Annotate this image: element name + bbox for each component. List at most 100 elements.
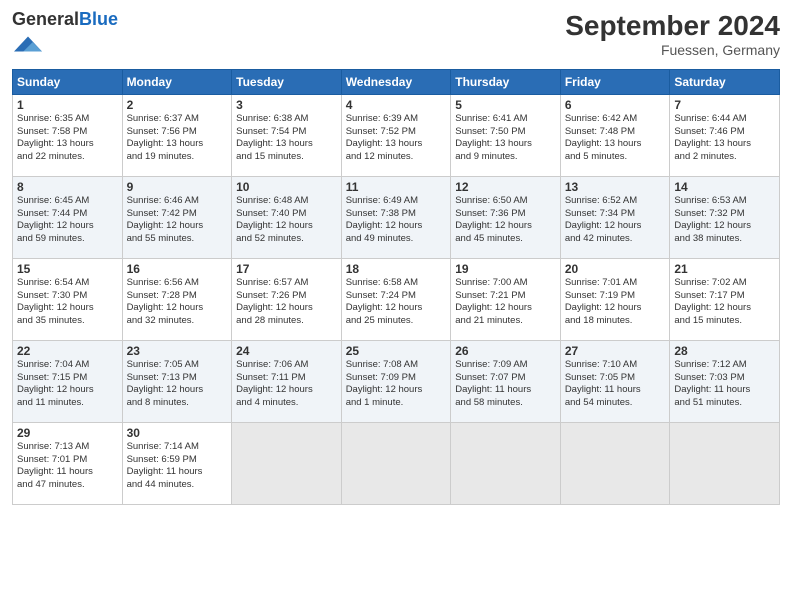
calendar-cell bbox=[232, 422, 342, 504]
day-info: Sunrise: 6:39 AM Sunset: 7:52 PM Dayligh… bbox=[346, 113, 447, 164]
calendar-cell: 10Sunrise: 6:48 AM Sunset: 7:40 PM Dayli… bbox=[232, 176, 342, 258]
logo-blue: Blue bbox=[79, 9, 118, 29]
day-number: 28 bbox=[674, 344, 775, 358]
calendar-cell: 25Sunrise: 7:08 AM Sunset: 7:09 PM Dayli… bbox=[341, 340, 451, 422]
column-header-tuesday: Tuesday bbox=[232, 69, 342, 94]
calendar-cell: 30Sunrise: 7:14 AM Sunset: 6:59 PM Dayli… bbox=[122, 422, 232, 504]
logo-icon bbox=[14, 30, 42, 58]
subtitle: Fuessen, Germany bbox=[565, 42, 780, 58]
calendar-cell bbox=[451, 422, 561, 504]
logo: GeneralBlue bbox=[12, 10, 118, 63]
calendar-cell: 17Sunrise: 6:57 AM Sunset: 7:26 PM Dayli… bbox=[232, 258, 342, 340]
day-info: Sunrise: 6:46 AM Sunset: 7:42 PM Dayligh… bbox=[127, 195, 228, 246]
day-number: 1 bbox=[17, 98, 118, 112]
week-row-3: 22Sunrise: 7:04 AM Sunset: 7:15 PM Dayli… bbox=[13, 340, 780, 422]
day-info: Sunrise: 6:38 AM Sunset: 7:54 PM Dayligh… bbox=[236, 113, 337, 164]
calendar-cell: 3Sunrise: 6:38 AM Sunset: 7:54 PM Daylig… bbox=[232, 94, 342, 176]
day-number: 25 bbox=[346, 344, 447, 358]
day-info: Sunrise: 6:57 AM Sunset: 7:26 PM Dayligh… bbox=[236, 277, 337, 328]
day-info: Sunrise: 6:53 AM Sunset: 7:32 PM Dayligh… bbox=[674, 195, 775, 246]
day-info: Sunrise: 6:49 AM Sunset: 7:38 PM Dayligh… bbox=[346, 195, 447, 246]
day-info: Sunrise: 7:05 AM Sunset: 7:13 PM Dayligh… bbox=[127, 359, 228, 410]
day-info: Sunrise: 6:54 AM Sunset: 7:30 PM Dayligh… bbox=[17, 277, 118, 328]
calendar-table: SundayMondayTuesdayWednesdayThursdayFrid… bbox=[12, 69, 780, 505]
calendar-cell: 22Sunrise: 7:04 AM Sunset: 7:15 PM Dayli… bbox=[13, 340, 123, 422]
calendar-cell: 19Sunrise: 7:00 AM Sunset: 7:21 PM Dayli… bbox=[451, 258, 561, 340]
day-number: 9 bbox=[127, 180, 228, 194]
day-info: Sunrise: 6:41 AM Sunset: 7:50 PM Dayligh… bbox=[455, 113, 556, 164]
day-number: 18 bbox=[346, 262, 447, 276]
day-number: 8 bbox=[17, 180, 118, 194]
day-number: 22 bbox=[17, 344, 118, 358]
day-number: 3 bbox=[236, 98, 337, 112]
day-info: Sunrise: 7:06 AM Sunset: 7:11 PM Dayligh… bbox=[236, 359, 337, 410]
day-info: Sunrise: 7:00 AM Sunset: 7:21 PM Dayligh… bbox=[455, 277, 556, 328]
calendar-cell: 2Sunrise: 6:37 AM Sunset: 7:56 PM Daylig… bbox=[122, 94, 232, 176]
day-info: Sunrise: 7:08 AM Sunset: 7:09 PM Dayligh… bbox=[346, 359, 447, 410]
column-header-saturday: Saturday bbox=[670, 69, 780, 94]
day-info: Sunrise: 7:10 AM Sunset: 7:05 PM Dayligh… bbox=[565, 359, 666, 410]
day-number: 12 bbox=[455, 180, 556, 194]
calendar-cell: 1Sunrise: 6:35 AM Sunset: 7:58 PM Daylig… bbox=[13, 94, 123, 176]
title-block: September 2024 Fuessen, Germany bbox=[565, 10, 780, 58]
calendar-cell: 8Sunrise: 6:45 AM Sunset: 7:44 PM Daylig… bbox=[13, 176, 123, 258]
day-number: 17 bbox=[236, 262, 337, 276]
day-info: Sunrise: 6:48 AM Sunset: 7:40 PM Dayligh… bbox=[236, 195, 337, 246]
day-info: Sunrise: 6:45 AM Sunset: 7:44 PM Dayligh… bbox=[17, 195, 118, 246]
day-number: 5 bbox=[455, 98, 556, 112]
calendar-cell bbox=[670, 422, 780, 504]
column-header-thursday: Thursday bbox=[451, 69, 561, 94]
calendar-header-row: SundayMondayTuesdayWednesdayThursdayFrid… bbox=[13, 69, 780, 94]
logo-general: General bbox=[12, 9, 79, 29]
day-info: Sunrise: 6:35 AM Sunset: 7:58 PM Dayligh… bbox=[17, 113, 118, 164]
calendar-cell: 27Sunrise: 7:10 AM Sunset: 7:05 PM Dayli… bbox=[560, 340, 670, 422]
calendar-cell: 15Sunrise: 6:54 AM Sunset: 7:30 PM Dayli… bbox=[13, 258, 123, 340]
day-number: 27 bbox=[565, 344, 666, 358]
calendar-cell: 5Sunrise: 6:41 AM Sunset: 7:50 PM Daylig… bbox=[451, 94, 561, 176]
page-container: GeneralBlue September 2024 Fuessen, Germ… bbox=[0, 0, 792, 515]
day-number: 24 bbox=[236, 344, 337, 358]
day-number: 11 bbox=[346, 180, 447, 194]
header: GeneralBlue September 2024 Fuessen, Germ… bbox=[12, 10, 780, 63]
calendar-cell: 7Sunrise: 6:44 AM Sunset: 7:46 PM Daylig… bbox=[670, 94, 780, 176]
calendar-cell: 12Sunrise: 6:50 AM Sunset: 7:36 PM Dayli… bbox=[451, 176, 561, 258]
day-number: 21 bbox=[674, 262, 775, 276]
calendar-cell: 6Sunrise: 6:42 AM Sunset: 7:48 PM Daylig… bbox=[560, 94, 670, 176]
month-title: September 2024 bbox=[565, 10, 780, 42]
calendar-cell: 11Sunrise: 6:49 AM Sunset: 7:38 PM Dayli… bbox=[341, 176, 451, 258]
week-row-4: 29Sunrise: 7:13 AM Sunset: 7:01 PM Dayli… bbox=[13, 422, 780, 504]
day-info: Sunrise: 6:50 AM Sunset: 7:36 PM Dayligh… bbox=[455, 195, 556, 246]
calendar-cell: 21Sunrise: 7:02 AM Sunset: 7:17 PM Dayli… bbox=[670, 258, 780, 340]
calendar-cell: 20Sunrise: 7:01 AM Sunset: 7:19 PM Dayli… bbox=[560, 258, 670, 340]
day-number: 20 bbox=[565, 262, 666, 276]
day-number: 19 bbox=[455, 262, 556, 276]
day-info: Sunrise: 6:44 AM Sunset: 7:46 PM Dayligh… bbox=[674, 113, 775, 164]
calendar-cell bbox=[560, 422, 670, 504]
day-number: 26 bbox=[455, 344, 556, 358]
week-row-2: 15Sunrise: 6:54 AM Sunset: 7:30 PM Dayli… bbox=[13, 258, 780, 340]
calendar-cell: 23Sunrise: 7:05 AM Sunset: 7:13 PM Dayli… bbox=[122, 340, 232, 422]
calendar-cell bbox=[341, 422, 451, 504]
day-info: Sunrise: 6:56 AM Sunset: 7:28 PM Dayligh… bbox=[127, 277, 228, 328]
day-info: Sunrise: 6:37 AM Sunset: 7:56 PM Dayligh… bbox=[127, 113, 228, 164]
day-info: Sunrise: 7:01 AM Sunset: 7:19 PM Dayligh… bbox=[565, 277, 666, 328]
week-row-0: 1Sunrise: 6:35 AM Sunset: 7:58 PM Daylig… bbox=[13, 94, 780, 176]
day-number: 16 bbox=[127, 262, 228, 276]
day-info: Sunrise: 7:09 AM Sunset: 7:07 PM Dayligh… bbox=[455, 359, 556, 410]
day-number: 4 bbox=[346, 98, 447, 112]
day-info: Sunrise: 7:14 AM Sunset: 6:59 PM Dayligh… bbox=[127, 441, 228, 492]
day-number: 23 bbox=[127, 344, 228, 358]
day-number: 13 bbox=[565, 180, 666, 194]
column-header-wednesday: Wednesday bbox=[341, 69, 451, 94]
day-number: 6 bbox=[565, 98, 666, 112]
day-number: 10 bbox=[236, 180, 337, 194]
day-info: Sunrise: 7:04 AM Sunset: 7:15 PM Dayligh… bbox=[17, 359, 118, 410]
column-header-friday: Friday bbox=[560, 69, 670, 94]
day-info: Sunrise: 7:02 AM Sunset: 7:17 PM Dayligh… bbox=[674, 277, 775, 328]
day-number: 7 bbox=[674, 98, 775, 112]
column-header-monday: Monday bbox=[122, 69, 232, 94]
calendar-cell: 28Sunrise: 7:12 AM Sunset: 7:03 PM Dayli… bbox=[670, 340, 780, 422]
day-number: 2 bbox=[127, 98, 228, 112]
week-row-1: 8Sunrise: 6:45 AM Sunset: 7:44 PM Daylig… bbox=[13, 176, 780, 258]
calendar-cell: 13Sunrise: 6:52 AM Sunset: 7:34 PM Dayli… bbox=[560, 176, 670, 258]
